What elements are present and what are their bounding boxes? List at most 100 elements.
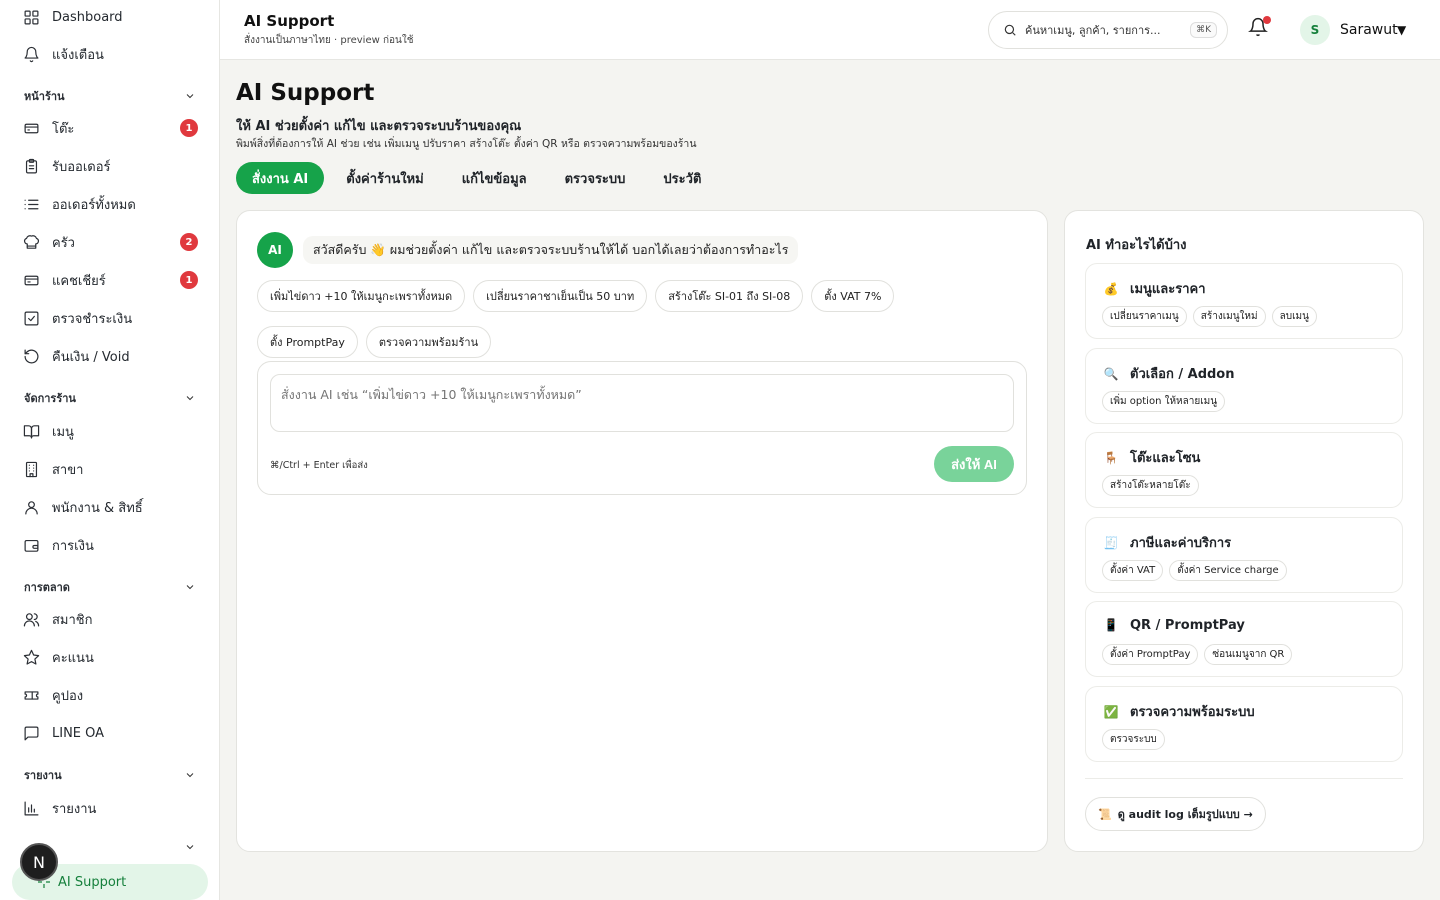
audit-log-button[interactable]: 📜 ดู audit log เต็มรูปแบบ → bbox=[1085, 797, 1266, 831]
ai-command-input[interactable] bbox=[270, 374, 1014, 432]
sidebar-item-label: คืนเงิน / Void bbox=[52, 349, 130, 365]
sidebar-item-line-oa[interactable]: LINE OA bbox=[22, 718, 198, 748]
sidebar-item-cashier[interactable]: แคชเชียร์ 1 bbox=[22, 265, 198, 295]
sidebar-item-label: เมนู bbox=[52, 424, 74, 440]
capability-title: QR / PromptPay bbox=[1130, 617, 1245, 633]
caret-down-icon[interactable]: ▼ bbox=[1397, 23, 1406, 37]
capability-tag[interactable]: ลบเมนู bbox=[1271, 306, 1317, 327]
capability-menu-price[interactable]: 💰 เมนูและราคา เปลี่ยนราคาเมนู สร้างเมนูใ… bbox=[1085, 263, 1403, 339]
send-shortcut-hint: ⌘/Ctrl + Enter เพื่อส่ง bbox=[270, 460, 368, 471]
building-icon bbox=[22, 460, 40, 478]
capability-title: ตรวจความพร้อมระบบ bbox=[1130, 705, 1255, 720]
capability-tag[interactable]: ซ่อนเมนูจาก QR bbox=[1204, 644, 1293, 665]
send-to-ai-button[interactable]: ส่งให้ AI bbox=[934, 446, 1014, 482]
receipt-icon: 🧾 bbox=[1103, 535, 1119, 550]
page-subtitle: ให้ AI ช่วยตั้งค่า แก้ไข และตรวจระบบร้าน… bbox=[236, 119, 522, 134]
suggestion-chips: เพิ่มไข่ดาว +10 ให้เมนูกะเพราทั้งหมด เปล… bbox=[257, 280, 997, 364]
star-icon bbox=[22, 648, 40, 666]
sidebar-section-reports[interactable]: รายงาน bbox=[24, 766, 196, 784]
sidebar-section-manage[interactable]: จัดการร้าน bbox=[24, 389, 196, 407]
sidebar-item-all-orders[interactable]: ออเดอร์ทั้งหมด bbox=[22, 189, 198, 219]
capability-readiness-check[interactable]: ✅ ตรวจความพร้อมระบบ ตรวจระบบ bbox=[1085, 686, 1403, 762]
notifications-button[interactable] bbox=[1248, 16, 1272, 41]
count-badge: 2 bbox=[180, 233, 198, 251]
capability-title: โต๊ะและโซน bbox=[1130, 451, 1201, 466]
capability-tag[interactable]: สร้างเมนูใหม่ bbox=[1192, 306, 1266, 327]
avatar[interactable]: S bbox=[1300, 15, 1330, 45]
sidebar-item-label: รายงาน bbox=[52, 801, 97, 817]
page-description: พิมพ์สิ่งที่ต้องการให้ AI ช่วย เช่น เพิ่… bbox=[236, 138, 697, 150]
tab-bar: สั่งงาน AI ตั้งค่าร้านใหม่ แก้ไขข้อมูล ต… bbox=[236, 162, 723, 194]
divider bbox=[1085, 778, 1403, 779]
sidebar-item-notifications[interactable]: แจ้งเตือน bbox=[22, 39, 198, 69]
sidebar-item-finance[interactable]: การเงิน bbox=[22, 530, 198, 560]
sidebar-item-kitchen[interactable]: ครัว 2 bbox=[22, 227, 198, 257]
capability-tag[interactable]: ตรวจระบบ bbox=[1102, 729, 1165, 750]
sidebar-item-tables[interactable]: โต๊ะ 1 bbox=[22, 113, 198, 143]
sidebar-item-dashboard[interactable]: Dashboard bbox=[22, 2, 198, 32]
capability-tag[interactable]: สร้างโต๊ะหลายโต๊ะ bbox=[1102, 475, 1199, 496]
composer: ⌘/Ctrl + Enter เพื่อส่ง ส่งให้ AI bbox=[257, 361, 1027, 495]
sidebar-item-payment-check[interactable]: ตรวจชำระเงิน bbox=[22, 303, 198, 333]
capability-tag[interactable]: ตั้งค่า PromptPay bbox=[1102, 644, 1199, 665]
tab-system-check[interactable]: ตรวจระบบ bbox=[549, 162, 642, 194]
count-badge: 1 bbox=[180, 119, 198, 137]
sidebar: Dashboard แจ้งเตือน หน้าร้าน โต๊ะ 1 รับอ… bbox=[0, 0, 220, 900]
book-icon bbox=[22, 422, 40, 440]
capability-title: ตัวเลือก / Addon bbox=[1130, 367, 1235, 382]
tab-new-store-setup[interactable]: ตั้งค่าร้านใหม่ bbox=[330, 162, 439, 194]
sidebar-item-take-order[interactable]: รับออเดอร์ bbox=[22, 151, 198, 181]
capability-tag[interactable]: เพิ่ม option ให้หลายเมนู bbox=[1102, 391, 1226, 412]
audit-log-label: ดู audit log เต็มรูปแบบ → bbox=[1117, 808, 1253, 821]
sidebar-item-label: สมาชิก bbox=[52, 612, 93, 628]
sidebar-section-marketing[interactable]: การตลาด bbox=[24, 578, 196, 596]
suggestion-chip[interactable]: ตั้ง VAT 7% bbox=[811, 280, 895, 312]
suggestion-chip[interactable]: ตั้ง PromptPay bbox=[257, 326, 358, 358]
sidebar-item-staff[interactable]: พนักงาน & สิทธิ์ bbox=[22, 492, 198, 522]
count-badge: 1 bbox=[180, 271, 198, 289]
suggestion-chip[interactable]: สร้างโต๊ะ SI-01 ถึง SI-08 bbox=[655, 280, 804, 312]
search-placeholder: ค้นหาเมนู, ลูกค้า, รายการ... bbox=[1025, 24, 1161, 37]
capability-options-addon[interactable]: 🔍 ตัวเลือก / Addon เพิ่ม option ให้หลายเ… bbox=[1085, 348, 1403, 424]
sidebar-item-coupons[interactable]: คูปอง bbox=[22, 680, 198, 710]
floating-badge[interactable]: N bbox=[20, 843, 58, 881]
sidebar-item-label: Dashboard bbox=[52, 9, 123, 25]
capability-tag[interactable]: เปลี่ยนราคาเมนู bbox=[1102, 306, 1187, 327]
suggestion-chip[interactable]: เพิ่มไข่ดาว +10 ให้เมนูกะเพราทั้งหมด bbox=[257, 280, 466, 312]
sidebar-item-points[interactable]: คะแนน bbox=[22, 642, 198, 672]
capability-tag[interactable]: ตั้งค่า VAT bbox=[1102, 560, 1164, 581]
sidebar-section-storefront[interactable]: หน้าร้าน bbox=[24, 87, 196, 105]
sidebar-item-refund[interactable]: คืนเงิน / Void bbox=[22, 341, 198, 371]
ai-avatar: AI bbox=[257, 232, 293, 268]
sidebar-item-members[interactable]: สมาชิก bbox=[22, 604, 198, 634]
tab-history[interactable]: ประวัติ bbox=[647, 162, 717, 194]
sidebar-item-label: แคชเชียร์ bbox=[52, 273, 106, 289]
cash-register-icon bbox=[22, 271, 40, 289]
sidebar-item-label: พนักงาน & สิทธิ์ bbox=[52, 500, 143, 516]
table-icon bbox=[22, 119, 40, 137]
section-title: จัดการร้าน bbox=[24, 392, 76, 405]
user-icon bbox=[22, 498, 40, 516]
section-title: หน้าร้าน bbox=[24, 90, 65, 103]
capability-qr-promptpay[interactable]: 📱 QR / PromptPay ตั้งค่า PromptPay ซ่อนเ… bbox=[1085, 601, 1403, 677]
clipboard-icon bbox=[22, 157, 40, 175]
capability-tag[interactable]: ตั้งค่า Service charge bbox=[1169, 560, 1287, 581]
tab-ai-command[interactable]: สั่งงาน AI bbox=[236, 162, 325, 194]
tab-edit-data[interactable]: แก้ไขข้อมูล bbox=[446, 162, 543, 194]
refund-icon bbox=[22, 347, 40, 365]
sidebar-item-label: ครัว bbox=[52, 235, 75, 251]
capability-tax-service[interactable]: 🧾 ภาษีและค่าบริการ ตั้งค่า VAT ตั้งค่า S… bbox=[1085, 517, 1403, 593]
sidebar-item-label: โต๊ะ bbox=[52, 121, 75, 137]
bar-chart-icon bbox=[22, 799, 40, 817]
suggestion-chip[interactable]: ตรวจความพร้อมร้าน bbox=[365, 326, 492, 358]
search-input[interactable]: ค้นหาเมนู, ลูกค้า, รายการ... ⌘K bbox=[988, 11, 1228, 49]
magnifier-icon: 🔍 bbox=[1103, 366, 1119, 381]
suggestion-chip[interactable]: เปลี่ยนราคาชาเย็นเป็น 50 บาท bbox=[473, 280, 648, 312]
check-square-icon bbox=[22, 309, 40, 327]
capability-title: เมนูและราคา bbox=[1130, 282, 1206, 297]
capability-tables-zones[interactable]: 🪑 โต๊ะและโซน สร้างโต๊ะหลายโต๊ะ bbox=[1085, 432, 1403, 508]
sidebar-item-menu[interactable]: เมนู bbox=[22, 416, 198, 446]
sidebar-item-reports[interactable]: รายงาน bbox=[22, 793, 198, 823]
user-name[interactable]: Sarawut bbox=[1340, 22, 1398, 38]
sidebar-item-branches[interactable]: สาขา bbox=[22, 454, 198, 484]
